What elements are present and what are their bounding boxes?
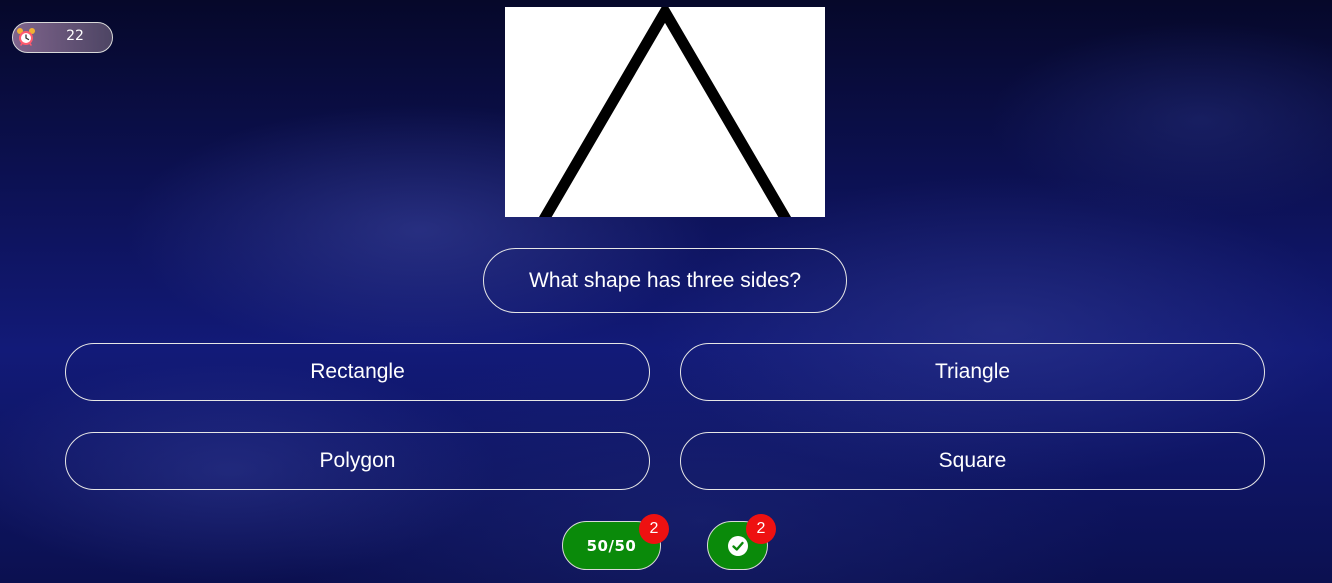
answer-option-square[interactable]: Square	[680, 432, 1265, 490]
answer-option-triangle[interactable]: Triangle	[680, 343, 1265, 401]
fifty-fifty-count-badge: 2	[639, 514, 669, 544]
alarm-clock-icon	[17, 28, 35, 46]
question-text: What shape has three sides?	[483, 248, 847, 313]
triangle-image	[538, 7, 792, 217]
timer-value: 22	[66, 28, 84, 44]
answer-option-polygon[interactable]: Polygon	[65, 432, 650, 490]
correct-answer-count-badge: 2	[746, 514, 776, 544]
correct-answer-button[interactable]: 2	[707, 514, 776, 570]
timer-pill: 22	[12, 22, 113, 53]
question-image	[505, 7, 825, 217]
fifty-fifty-button[interactable]: 50/50 2	[562, 514, 669, 570]
fifty-fifty-label: 50/50	[586, 536, 637, 555]
check-circle-icon	[727, 535, 748, 556]
answer-option-rectangle[interactable]: Rectangle	[65, 343, 650, 401]
